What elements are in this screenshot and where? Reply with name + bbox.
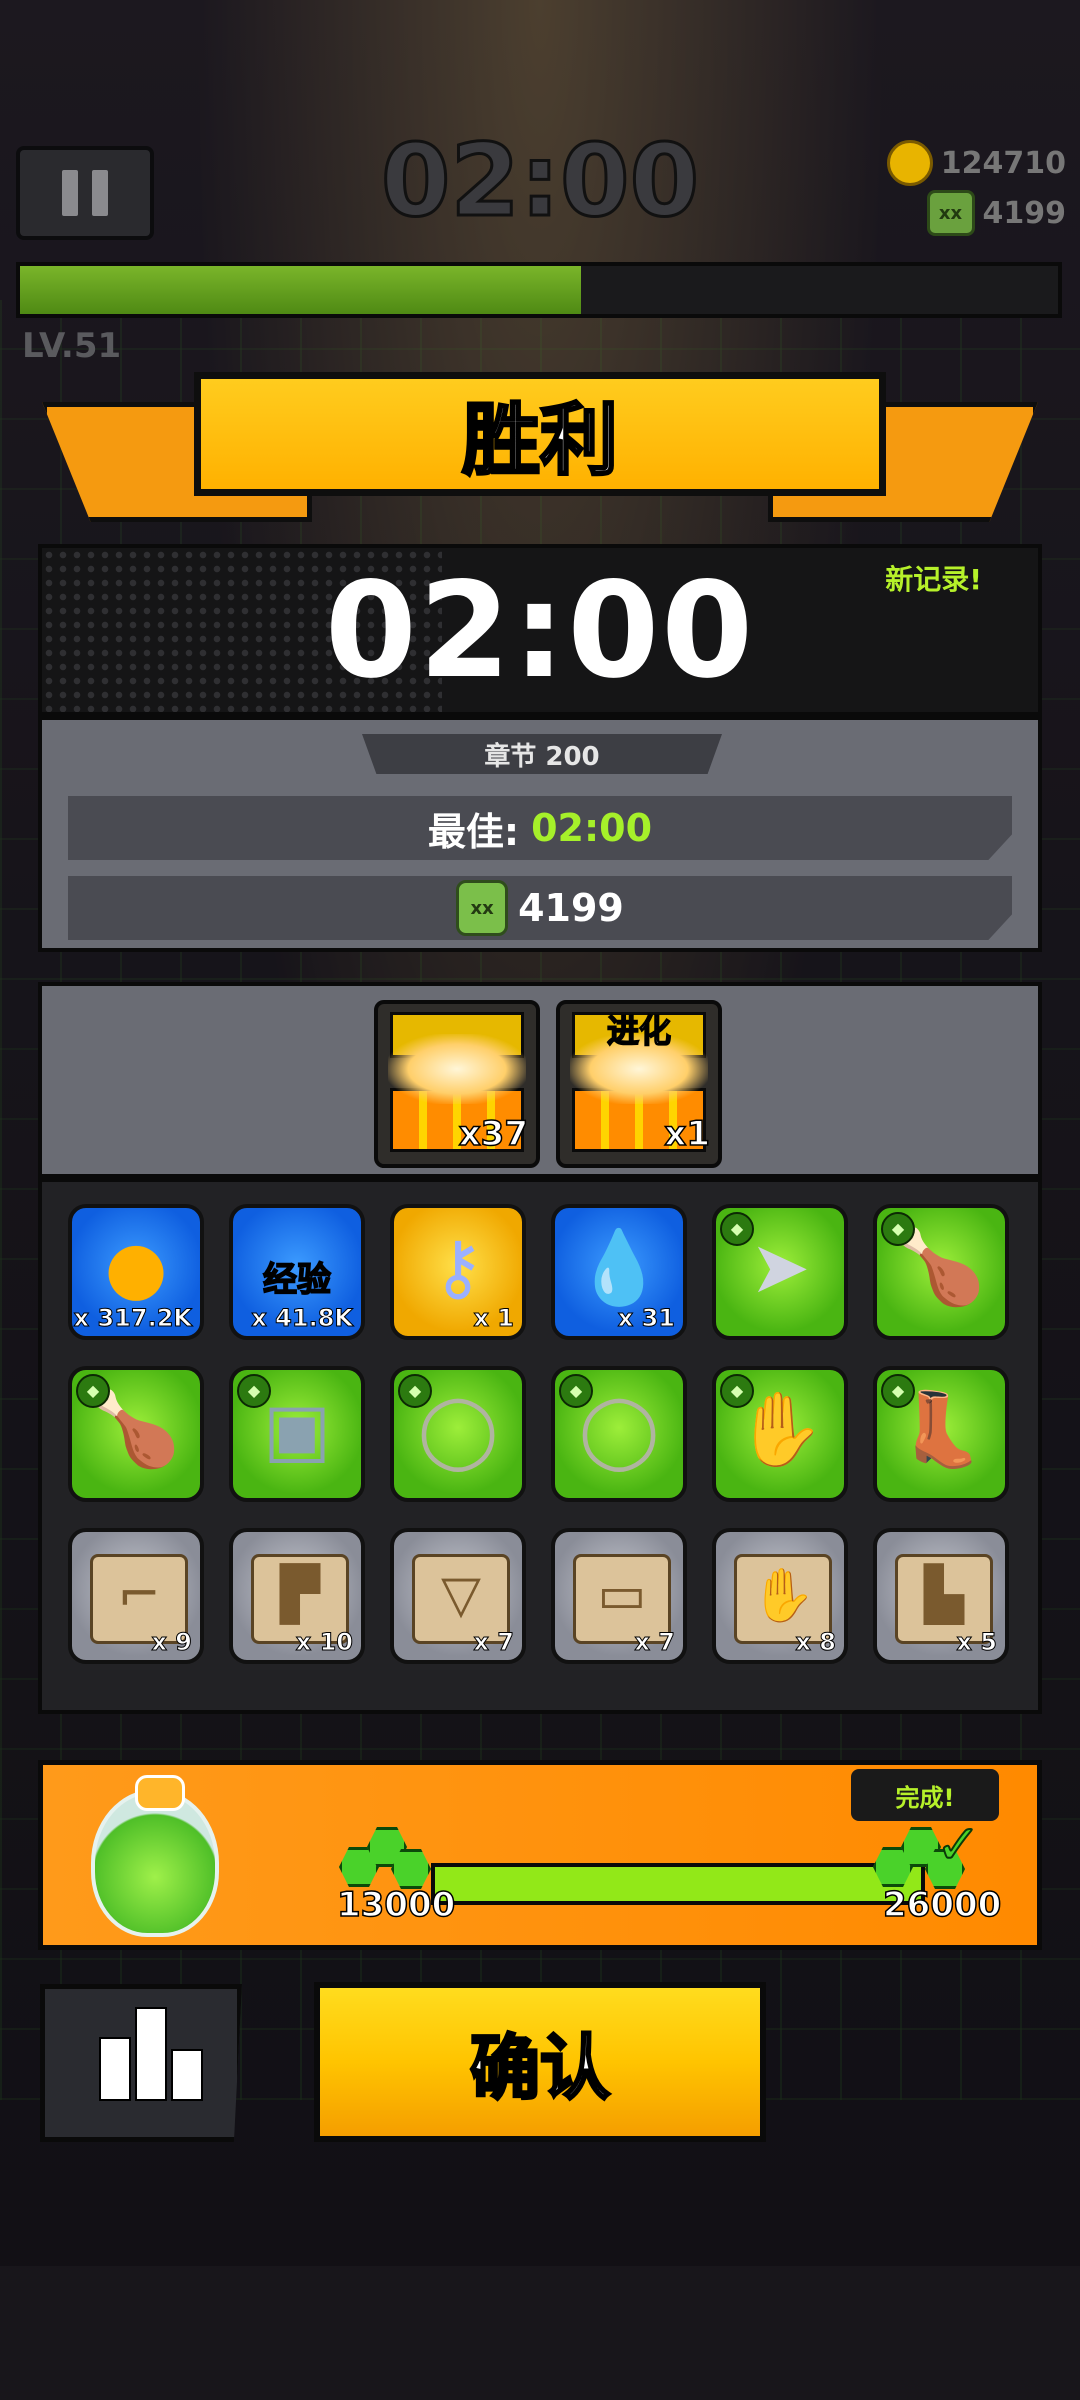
kills-value: 4199	[518, 886, 624, 930]
boots-scroll-reward[interactable]: ▙ x 5	[873, 1528, 1009, 1664]
key-icon: ⚷	[431, 1225, 485, 1309]
kills-row: xx 4199	[68, 876, 1012, 940]
bar-chart-icon-bar	[135, 2007, 167, 2101]
item-qty: x 8	[795, 1628, 837, 1657]
item-qty: x 31	[617, 1304, 675, 1333]
gem-jar-icon	[91, 1789, 219, 1937]
item-qty: x 7	[473, 1628, 515, 1657]
coin-icon	[886, 140, 933, 186]
victory-banner: 胜利	[194, 372, 886, 496]
equipment-type-icon: ◆	[720, 1212, 754, 1246]
checkmark-icon: ✓	[935, 1812, 982, 1877]
statistics-button[interactable]	[40, 1984, 242, 2142]
drumstick-reward[interactable]: 🍗 ◆	[68, 1366, 204, 1502]
item-rewards-grid: ● x 317.2K 经验 x 41.8K ⚷ x 1 💧 x 31 ➤ ◆ 🍗 ◆ 🍗 ◆ ▣ ◆ ◯ ◆ ◯ ◆ ✋…	[38, 1178, 1042, 1714]
coin-count: 124710	[940, 145, 1066, 181]
jar-cap-icon	[135, 1775, 185, 1811]
best-time-label: 最佳:	[427, 809, 520, 854]
equipment-type-icon: ◆	[720, 1374, 754, 1408]
xp-bar	[16, 262, 1062, 318]
best-time-row: 最佳: 02:00	[68, 796, 1012, 860]
gem-progress-card: 13000 26000 完成! ✓	[38, 1760, 1042, 1950]
kunai-reward[interactable]: ➤ ◆	[712, 1204, 848, 1340]
kill-skull-icon: xx	[456, 880, 509, 936]
confirm-button[interactable]: 确认	[314, 1982, 766, 2142]
pause-icon	[62, 170, 78, 216]
equipment-type-icon: ◆	[881, 1212, 915, 1246]
item-qty: x 9	[151, 1628, 193, 1657]
chest-qty: x1	[664, 1113, 711, 1155]
item-qty: x 1	[473, 1304, 515, 1333]
equipment-type-icon: ◆	[398, 1374, 432, 1408]
gem-start-value: 13000	[336, 1884, 456, 1926]
gold-coin-reward[interactable]: ● x 317.2K	[68, 1204, 204, 1340]
weapon-scroll-reward[interactable]: ⌐ x 9	[68, 1528, 204, 1664]
gem-start-icon	[339, 1817, 431, 1889]
best-time-value: 02:00	[531, 806, 653, 850]
experience-reward[interactable]: 经验 x 41.8K	[229, 1204, 365, 1340]
item-qty: x 10	[295, 1628, 353, 1657]
glove-reward[interactable]: ✋ ◆	[712, 1366, 848, 1502]
item-qty: x 317.2K	[73, 1304, 192, 1333]
chest-qty: x37	[458, 1113, 529, 1155]
drumstick-reward[interactable]: 🍗 ◆	[873, 1204, 1009, 1340]
item-qty: x 41.8K	[251, 1304, 354, 1333]
chest-rewards: x37 进化 x1	[38, 982, 1042, 1178]
item-qty: x 5	[956, 1628, 998, 1657]
equipment-type-icon: ◆	[559, 1374, 593, 1408]
drop-icon: 💧	[574, 1225, 664, 1309]
necklace-scroll-reward[interactable]: ▽ x 7	[390, 1528, 526, 1664]
stats-card: 章节 200 最佳: 02:00 xx 4199	[38, 716, 1042, 952]
coin-counter: 124710	[886, 140, 1066, 186]
kill-count: 4199	[982, 195, 1067, 231]
exp-label: 经验	[262, 1259, 332, 1301]
chest-glow	[388, 1034, 526, 1104]
essence-reward[interactable]: 💧 x 31	[551, 1204, 687, 1340]
gem-progress-bar	[431, 1863, 925, 1905]
kill-counter: xx 4199	[926, 190, 1067, 236]
bottom-shadow	[0, 2266, 1080, 2400]
pause-icon-bar	[92, 170, 108, 216]
glove-scroll-reward[interactable]: ✋ x 8	[712, 1528, 848, 1664]
coin-icon: ●	[104, 1225, 168, 1309]
kill-skull-icon: xx	[926, 190, 975, 236]
chest-reward[interactable]: x37	[374, 1000, 540, 1168]
pause-button[interactable]	[16, 146, 154, 240]
chapter-label: 章节 200	[362, 734, 722, 774]
new-record-label: 新记录!	[885, 563, 982, 596]
survival-time-card: 02:00 新记录!	[38, 544, 1042, 716]
player-level: LV.51	[22, 326, 122, 366]
equipment-type-icon: ◆	[237, 1374, 271, 1408]
equipment-type-icon: ◆	[76, 1374, 110, 1408]
xp-bar-fill	[20, 266, 581, 314]
boots-reward[interactable]: 👢 ◆	[873, 1366, 1009, 1502]
bar-chart-icon	[99, 2037, 131, 2101]
belt-scroll-reward[interactable]: ▭ x 7	[551, 1528, 687, 1664]
necklace-reward[interactable]: ◯ ◆	[390, 1366, 526, 1502]
hud-timer: 02:00	[379, 121, 700, 241]
gem-end-value: 26000	[882, 1884, 1002, 1926]
evolution-tag: 进化	[606, 1011, 672, 1051]
item-qty: x 7	[634, 1628, 676, 1657]
necklace-reward[interactable]: ◯ ◆	[551, 1366, 687, 1502]
equipment-type-icon: ◆	[881, 1374, 915, 1408]
armor-scroll-reward[interactable]: ▛ x 10	[229, 1528, 365, 1664]
bar-chart-icon-bar	[171, 2049, 203, 2101]
key-reward[interactable]: ⚷ x 1	[390, 1204, 526, 1340]
armor-reward[interactable]: ▣ ◆	[229, 1366, 365, 1502]
evolution-chest-reward[interactable]: 进化 x1	[556, 1000, 722, 1168]
